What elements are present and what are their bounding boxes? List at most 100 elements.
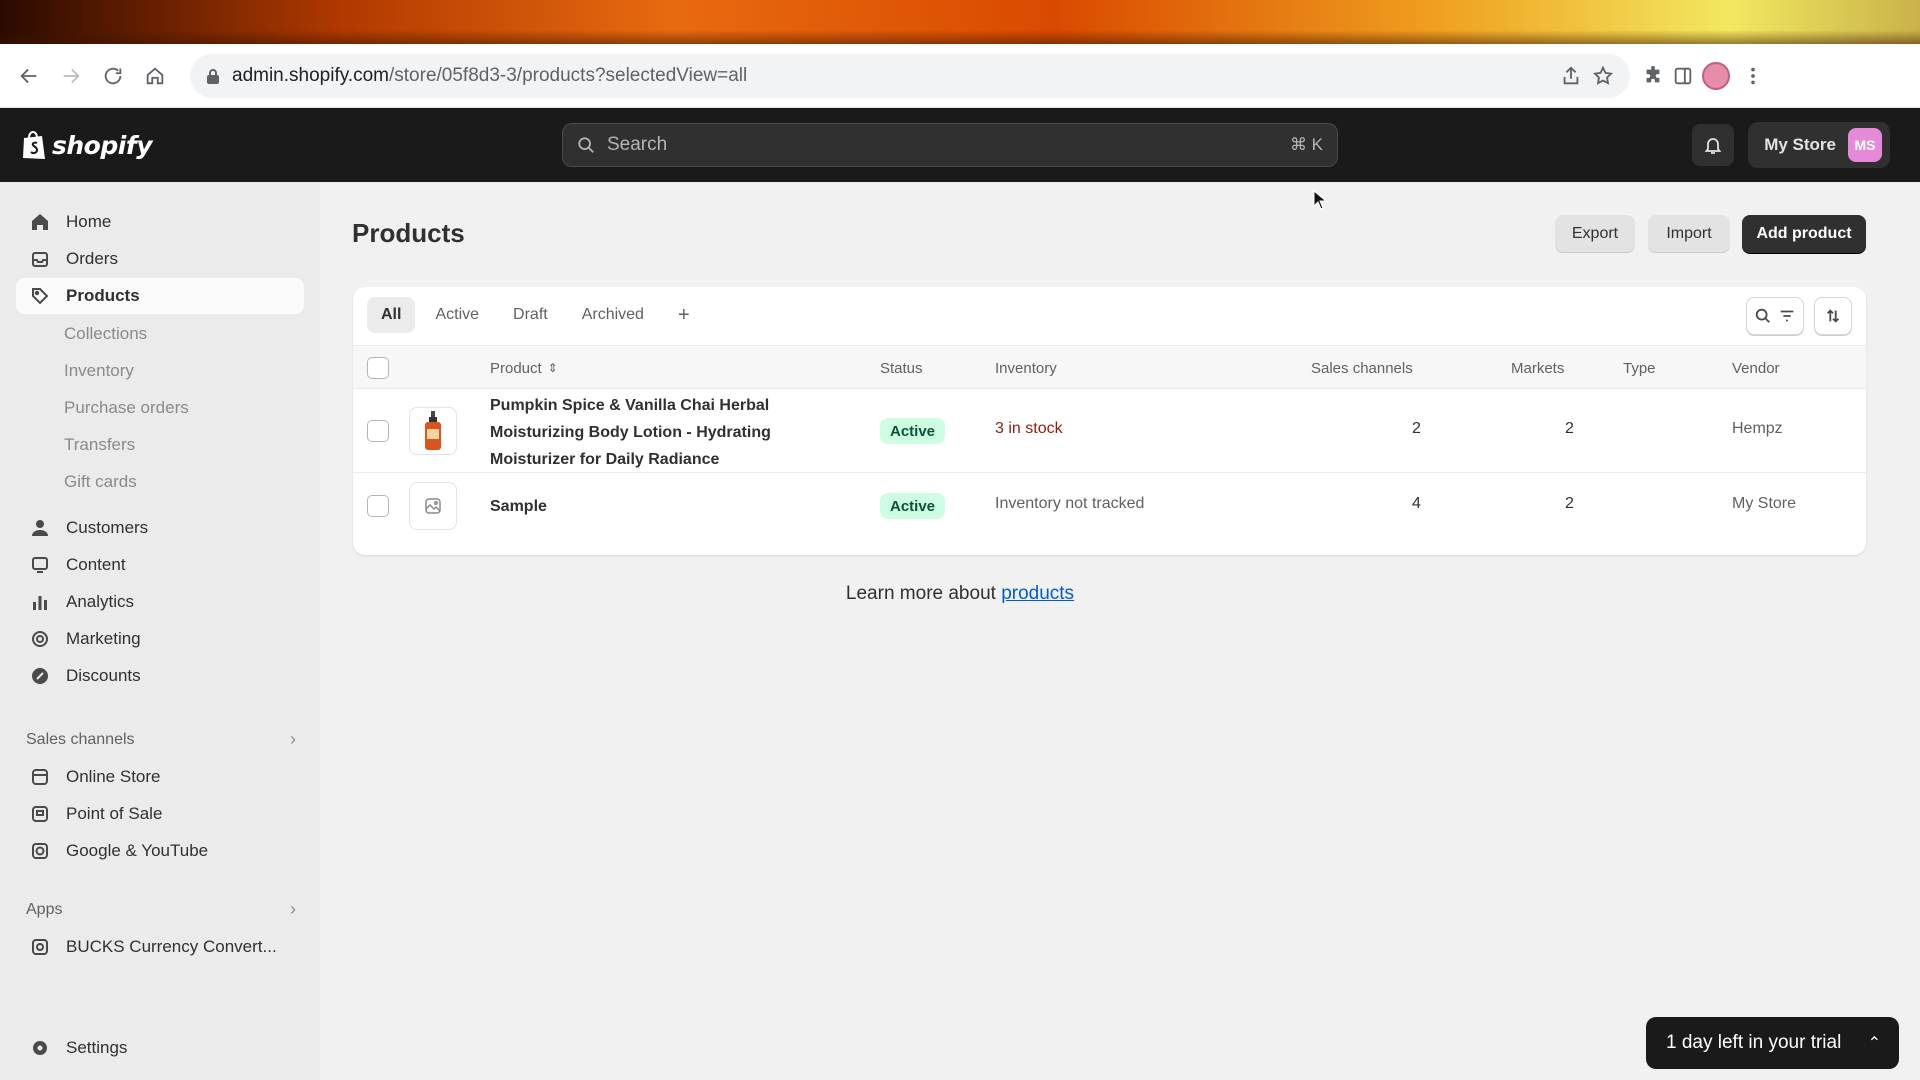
- home-browser-icon[interactable]: [134, 55, 176, 97]
- column-product[interactable]: Product ⇕: [490, 346, 558, 390]
- product-name-link[interactable]: Sample: [490, 493, 547, 520]
- sidebar-item-content[interactable]: Content: [16, 547, 304, 583]
- sort-icon: [1826, 309, 1840, 323]
- sales-channels-cell: 2: [1412, 420, 1421, 437]
- product-thumbnail[interactable]: [409, 482, 457, 530]
- column-markets: Markets: [1511, 359, 1565, 377]
- sidebar: Home Orders Products Collections Invento…: [0, 182, 320, 1080]
- column-status: Status: [880, 359, 923, 377]
- sidebar-item-point-of-sale[interactable]: Point of Sale: [16, 796, 304, 832]
- sidebar-item-settings[interactable]: Settings: [16, 1030, 304, 1066]
- back-arrow-icon[interactable]: [8, 55, 50, 97]
- sort-button[interactable]: [1814, 297, 1852, 335]
- sidebar-item-products[interactable]: Products: [16, 278, 304, 314]
- filter-icon: [1780, 310, 1794, 322]
- browser-profile-avatar[interactable]: [1702, 61, 1730, 90]
- column-vendor: Vendor: [1732, 359, 1780, 377]
- markets-cell: 2: [1565, 420, 1574, 437]
- target-icon: [30, 629, 50, 649]
- apps-label: Apps: [26, 900, 63, 918]
- sidebar-item-discounts[interactable]: Discounts: [16, 658, 304, 694]
- browser-menu-icon[interactable]: [1738, 55, 1768, 97]
- products-help-link[interactable]: products: [1001, 583, 1074, 604]
- row-checkbox[interactable]: [367, 495, 389, 517]
- sidebar-subitem-purchase-orders[interactable]: Purchase orders: [64, 393, 189, 423]
- sidebar-item-bucks-currency[interactable]: BUCKS Currency Convert...: [16, 929, 304, 965]
- trial-banner-button[interactable]: 1 day left in your trial ⌃: [1646, 1017, 1899, 1069]
- import-button[interactable]: Import: [1648, 215, 1730, 253]
- extensions-puzzle-icon[interactable]: [1642, 65, 1664, 87]
- sidebar-item-marketing[interactable]: Marketing: [16, 621, 304, 657]
- search-input[interactable]: Search ⌘ K: [562, 123, 1338, 167]
- sidebar-item-label: Online Store: [66, 767, 161, 786]
- page-title: Products: [352, 218, 465, 248]
- sales-channels-section[interactable]: Sales channels ›: [26, 729, 296, 750]
- column-product-label: Product: [490, 359, 542, 377]
- shopify-logo[interactable]: shopify: [20, 129, 153, 161]
- chevron-right-icon: ›: [290, 729, 296, 749]
- add-view-button[interactable]: +: [664, 297, 704, 333]
- sidebar-subitem-inventory[interactable]: Inventory: [64, 356, 134, 386]
- bell-icon: [1704, 138, 1722, 154]
- status-cell: Active: [880, 493, 946, 519]
- chevron-up-icon: ⌃: [1867, 1035, 1881, 1052]
- sidebar-subitem-collections[interactable]: Collections: [64, 319, 147, 349]
- export-button[interactable]: Export: [1555, 215, 1635, 253]
- bookmark-star-icon[interactable]: [1592, 65, 1614, 87]
- product-name-line: Pumpkin Spice & Vanilla Chai Herbal: [490, 397, 770, 414]
- store-avatar: MS: [1848, 128, 1882, 162]
- shopify-wordmark: shopify: [52, 130, 153, 160]
- sidebar-item-google-youtube[interactable]: Google & YouTube: [16, 833, 304, 869]
- address-bar[interactable]: admin.shopify.com/store/05f8d3-3/product…: [190, 53, 1630, 98]
- trial-banner-text: 1 day left in your trial: [1666, 1032, 1842, 1053]
- reload-icon[interactable]: [92, 55, 134, 97]
- tag-icon: [30, 286, 50, 306]
- product-name-line: Moisturizing Body Lotion - Hydrating: [490, 424, 771, 441]
- search-shortcut: ⌘ K: [1289, 135, 1323, 154]
- product-thumbnail[interactable]: [409, 407, 457, 455]
- lock-icon: [207, 68, 219, 84]
- status-cell: Active: [880, 418, 946, 444]
- row-checkbox[interactable]: [367, 420, 389, 442]
- sidebar-item-online-store[interactable]: Online Store: [16, 759, 304, 795]
- search-placeholder: Search: [607, 134, 668, 155]
- sidebar-item-customers[interactable]: Customers: [16, 510, 304, 546]
- content-icon: [30, 555, 50, 575]
- sales-channels-label: Sales channels: [26, 730, 135, 748]
- select-all-checkbox[interactable]: [367, 357, 389, 379]
- lotion-bottle-image: [425, 411, 441, 450]
- url-path: /store/05f8d3-3/products?selectedView=al…: [389, 64, 748, 86]
- table-row[interactable]: Sample Active Inventory not tracked 4 2 …: [353, 473, 1866, 539]
- sort-arrows-icon: ⇕: [547, 361, 558, 375]
- search-filter-button[interactable]: [1746, 297, 1804, 335]
- add-product-button[interactable]: Add product: [1742, 215, 1866, 253]
- tab-draft[interactable]: Draft: [499, 297, 562, 333]
- tab-active[interactable]: Active: [421, 297, 493, 333]
- product-name-link[interactable]: Pumpkin Spice & Vanilla Chai Herbal Mois…: [490, 392, 771, 473]
- side-panel-icon[interactable]: [1672, 65, 1694, 87]
- apps-section[interactable]: Apps ›: [26, 899, 296, 920]
- view-tabs: All Active Draft Archived +: [367, 297, 704, 333]
- url-host: admin.shopify.com: [232, 64, 389, 86]
- table-row[interactable]: Pumpkin Spice & Vanilla Chai Herbal Mois…: [353, 389, 1866, 473]
- orders-icon: [30, 249, 50, 269]
- tab-archived[interactable]: Archived: [568, 297, 658, 333]
- person-icon: [30, 518, 50, 538]
- forward-arrow-icon[interactable]: [50, 55, 92, 97]
- notifications-button[interactable]: [1692, 124, 1735, 166]
- shopify-bag-icon: [23, 130, 45, 159]
- sidebar-subitem-transfers[interactable]: Transfers: [64, 430, 135, 460]
- store-menu-button[interactable]: My Store MS: [1748, 122, 1890, 168]
- sidebar-subitem-gift-cards[interactable]: Gift cards: [64, 467, 137, 497]
- tab-all[interactable]: All: [367, 297, 416, 333]
- sidebar-item-label: Marketing: [66, 629, 141, 648]
- sidebar-item-label: Point of Sale: [66, 804, 163, 823]
- share-icon[interactable]: [1560, 65, 1582, 87]
- vendor-cell: My Store: [1732, 495, 1797, 512]
- discount-icon: [30, 666, 50, 686]
- vendor-cell: Hempz: [1732, 420, 1783, 437]
- image-placeholder-icon: [425, 498, 441, 514]
- store-name: My Store: [1764, 135, 1836, 154]
- sidebar-item-home[interactable]: Home: [16, 204, 304, 240]
- sidebar-item-orders[interactable]: Orders: [16, 241, 304, 277]
